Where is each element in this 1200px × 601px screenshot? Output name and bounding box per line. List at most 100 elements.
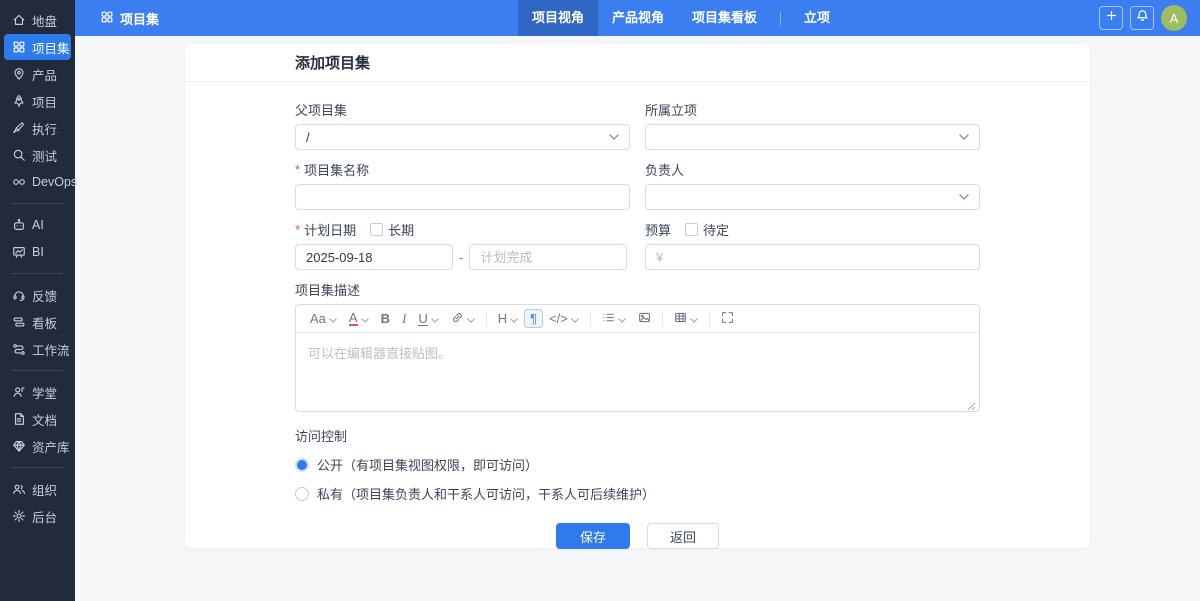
pin-icon [11,67,26,82]
italic-button[interactable]: I [396,309,412,328]
topbar: 项目集 项目视角 产品视角 项目集看板 立项 A [75,0,1200,36]
sidebar-item-label: 工作流 [32,340,70,359]
toolbar-divider [486,312,487,326]
tab-initiation[interactable]: 立项 [790,0,844,36]
paragraph-button[interactable]: ¶ [524,309,543,328]
sidebar-item-feedback[interactable]: 反馈 [4,282,71,308]
notifications-button[interactable] [1130,6,1154,30]
save-button[interactable]: 保存 [556,523,630,549]
resize-handle[interactable] [967,399,976,408]
magnifier-icon [11,148,26,163]
sidebar-item-product[interactable]: 产品 [4,61,71,87]
access-private-option[interactable]: 私有（项目集负责人和干系人可访问，干系人可后续维护） [295,484,980,503]
parent-program-value: / [306,130,310,145]
sidebar-item-bi[interactable]: BI [4,239,71,265]
sidebar-item-project[interactable]: 项目 [4,88,71,114]
sidebar-divider [12,203,63,204]
toolbar-divider [590,312,591,326]
chevron-down-icon [618,312,626,325]
main-content: 添加项目集 父项目集 / 所属立项 [75,36,1200,601]
plan-begin-input[interactable] [295,244,453,270]
chevron-down-icon [361,312,369,325]
table-button[interactable] [668,308,704,329]
sidebar-item-workflow[interactable]: 工作流 [4,336,71,362]
list-button[interactable] [596,308,632,329]
chevron-down-icon [431,312,439,325]
longterm-checkbox[interactable] [370,223,383,236]
sidebar-item-org[interactable]: 组织 [4,476,71,502]
access-open-option[interactable]: 公开（有项目集视图权限，即可访问） [295,455,980,474]
sidebar: 地盘 项目集 产品 项目 执行 测试 DevOps AI BI 反馈 看板 [0,0,75,601]
program-name-input[interactable] [295,184,630,210]
infinity-icon [11,175,26,190]
bell-icon [1136,9,1149,27]
grid-icon [11,40,26,55]
access-control-label: 访问控制 [295,426,980,445]
sidebar-item-devops[interactable]: DevOps [4,169,71,195]
topbar-tabs: 项目视角 产品视角 项目集看板 立项 [518,0,844,36]
tab-product-view[interactable]: 产品视角 [598,0,678,36]
font-size-button[interactable]: Aa [304,309,343,328]
tbd-label: 待定 [703,220,729,239]
linked-project-select[interactable] [645,124,980,150]
required-star: * [295,162,300,177]
sidebar-item-label: 执行 [32,119,57,138]
budget-input[interactable] [645,244,980,270]
gear-icon [11,509,26,524]
text-color-button[interactable]: A [343,308,375,329]
sidebar-item-admin[interactable]: 后台 [4,503,71,529]
tbd-checkbox-wrap[interactable]: 待定 [685,220,729,239]
fullscreen-button[interactable] [715,308,740,329]
bold-button[interactable]: B [375,309,396,328]
card-body: 父项目集 / 所属立项 [185,82,1090,549]
sidebar-item-label: 看板 [32,313,57,332]
avatar[interactable]: A [1161,5,1187,31]
sidebar-item-kanban[interactable]: 看板 [4,309,71,335]
link-button[interactable] [445,308,481,329]
sidebar-divider [12,273,63,274]
parent-program-select[interactable]: / [295,124,630,150]
underline-button[interactable]: U [412,309,444,329]
back-button[interactable]: 返回 [647,523,719,549]
sidebar-item-asset[interactable]: 资产库 [4,433,71,459]
sidebar-divider [12,467,63,468]
longterm-checkbox-wrap[interactable]: 长期 [370,220,414,239]
image-button[interactable] [632,308,657,329]
plan-date-label: * 计划日期 长期 [295,221,630,237]
home-icon [11,13,26,28]
sidebar-item-execution[interactable]: 执行 [4,115,71,141]
code-button[interactable]: </> [543,309,585,328]
owner-select[interactable] [645,184,980,210]
sidebar-item-ai[interactable]: AI [4,212,71,238]
longterm-label: 长期 [388,220,414,239]
topbar-app-switcher[interactable]: 项目集 [100,9,159,28]
sidebar-item-label: 组织 [32,480,57,499]
chevron-down-icon [510,312,518,325]
field-plan-date: * 计划日期 长期 - [295,221,630,270]
sidebar-item-school[interactable]: 学堂 [4,379,71,405]
tbd-checkbox[interactable] [685,223,698,236]
sidebar-item-label: BI [32,245,44,259]
sidebar-item-home[interactable]: 地盘 [4,7,71,33]
radio-checked-icon[interactable] [295,458,309,472]
tab-project-view[interactable]: 项目视角 [518,0,598,36]
heading-button[interactable]: H [492,309,524,328]
create-button[interactable] [1099,6,1123,30]
topbar-actions: A [1099,0,1187,36]
chart-board-icon [11,245,26,260]
toolbar-divider [662,312,663,326]
editor-placeholder: 可以在编辑器直接贴图。 [308,346,451,361]
editor-content[interactable]: 可以在编辑器直接贴图。 [296,333,979,411]
description-label: 项目集描述 [295,281,980,297]
tab-program-kanban[interactable]: 项目集看板 [678,0,771,36]
chevron-down-icon [329,312,337,325]
sidebar-item-program[interactable]: 项目集 [4,34,71,60]
field-linked-project: 所属立项 [645,101,980,150]
sidebar-item-label: AI [32,218,44,232]
radio-unchecked-icon[interactable] [295,487,309,501]
parent-program-label: 父项目集 [295,101,630,117]
plus-icon [1105,9,1118,27]
sidebar-item-doc[interactable]: 文档 [4,406,71,432]
sidebar-item-test[interactable]: 测试 [4,142,71,168]
plan-end-input[interactable] [469,244,627,270]
